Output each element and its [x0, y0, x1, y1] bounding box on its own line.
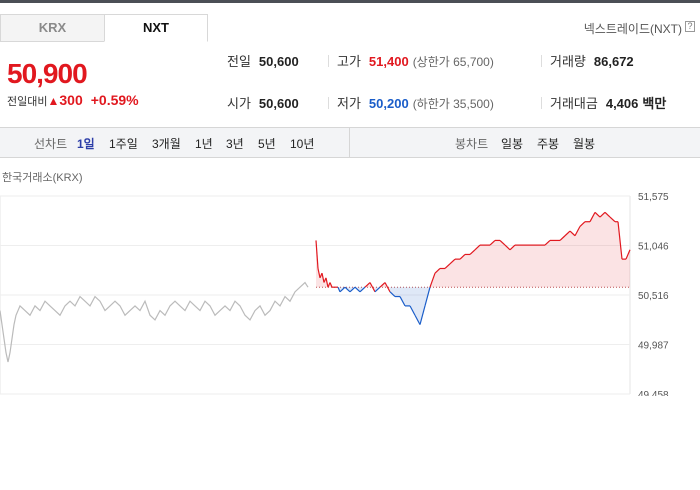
- stat-sub: (하한가 35,500): [412, 97, 494, 111]
- up-triangle-icon: ▲: [47, 94, 60, 108]
- candle-daily[interactable]: 일봉: [501, 135, 523, 152]
- top-border: [0, 0, 700, 3]
- nxt-down-area: [338, 287, 430, 325]
- line-chart-periods: 선차트 1일 1주일 3개월 1년 3년 5년 10년: [0, 128, 350, 157]
- change-amount: 300: [59, 92, 83, 108]
- stat-label: 거래량: [550, 54, 586, 69]
- y-tick-label: 51,575: [638, 192, 669, 203]
- period-3y[interactable]: 3년: [226, 135, 244, 152]
- change-percent: +0.59%: [90, 92, 139, 108]
- y-tick-label: 50,516: [638, 291, 669, 302]
- candle-monthly[interactable]: 월봉: [573, 135, 595, 152]
- stat-value: 51,400: [368, 54, 409, 69]
- stat-value: 50,600: [258, 54, 299, 69]
- chart-title: 한국거래소(KRX): [2, 172, 83, 184]
- stat-label: 시가: [227, 96, 251, 111]
- period-1y[interactable]: 1년: [195, 135, 213, 152]
- price-change: 전일대비▲300 +0.59%: [7, 92, 139, 109]
- change-label: 전일대비: [7, 96, 48, 108]
- stat-open: 시가 50,600: [227, 95, 299, 113]
- chart-series: [0, 211, 631, 363]
- help-icon[interactable]: ?: [685, 21, 695, 32]
- period-1d[interactable]: 1일: [77, 135, 95, 152]
- divider: [328, 97, 329, 109]
- line-chart-title: 선차트: [34, 137, 68, 151]
- period-10y[interactable]: 10년: [290, 135, 314, 152]
- tab-nxt[interactable]: NXT: [104, 14, 208, 42]
- market-label: 넥스트레이드(NXT): [583, 22, 682, 36]
- stat-volume: 거래량 86,672: [550, 53, 634, 71]
- stat-amount: 거래대금 4,406 백만: [550, 95, 666, 113]
- stat-label: 거래대금: [550, 96, 598, 111]
- stat-label: 저가: [337, 96, 361, 111]
- y-axis: 51,575 51,046 50,516 49,987 49,458: [638, 192, 669, 396]
- chart-grid: [0, 195, 631, 395]
- y-tick-label: 49,458: [638, 390, 669, 396]
- divider: [541, 55, 542, 67]
- current-price: 50,900: [7, 58, 88, 89]
- stat-value: 86,672: [593, 54, 634, 69]
- stat-unit: 백만: [642, 96, 667, 111]
- krx-price-line: [0, 281, 309, 363]
- candle-weekly[interactable]: 주봉: [537, 135, 559, 152]
- stat-label: 전일: [227, 54, 251, 69]
- chart-toolbar: 선차트 1일 1주일 3개월 1년 3년 5년 10년 봉차트 일봉 주봉 월봉: [0, 127, 700, 158]
- y-tick-label: 49,987: [638, 341, 669, 352]
- price-chart: 51,575 51,046 50,516 49,987 49,458: [0, 192, 669, 396]
- stat-high: 고가 51,400 (상한가 65,700): [337, 53, 494, 71]
- stat-sub: (상한가 65,700): [412, 55, 494, 69]
- stat-label: 고가: [337, 54, 361, 69]
- y-tick-label: 51,046: [638, 241, 669, 252]
- stat-value: 4,406: [605, 96, 639, 111]
- divider: [541, 97, 542, 109]
- stat-value: 50,200: [368, 96, 409, 111]
- period-1w[interactable]: 1주일: [109, 135, 138, 152]
- period-3m[interactable]: 3개월: [152, 135, 181, 152]
- tab-krx[interactable]: KRX: [0, 14, 104, 42]
- divider: [328, 55, 329, 67]
- stat-value: 50,600: [258, 96, 299, 111]
- period-5y[interactable]: 5년: [258, 135, 276, 152]
- stat-low: 저가 50,200 (하한가 35,500): [337, 95, 494, 113]
- stat-prev-close: 전일 50,600: [227, 53, 299, 71]
- candle-chart-title: 봉차트: [455, 137, 489, 151]
